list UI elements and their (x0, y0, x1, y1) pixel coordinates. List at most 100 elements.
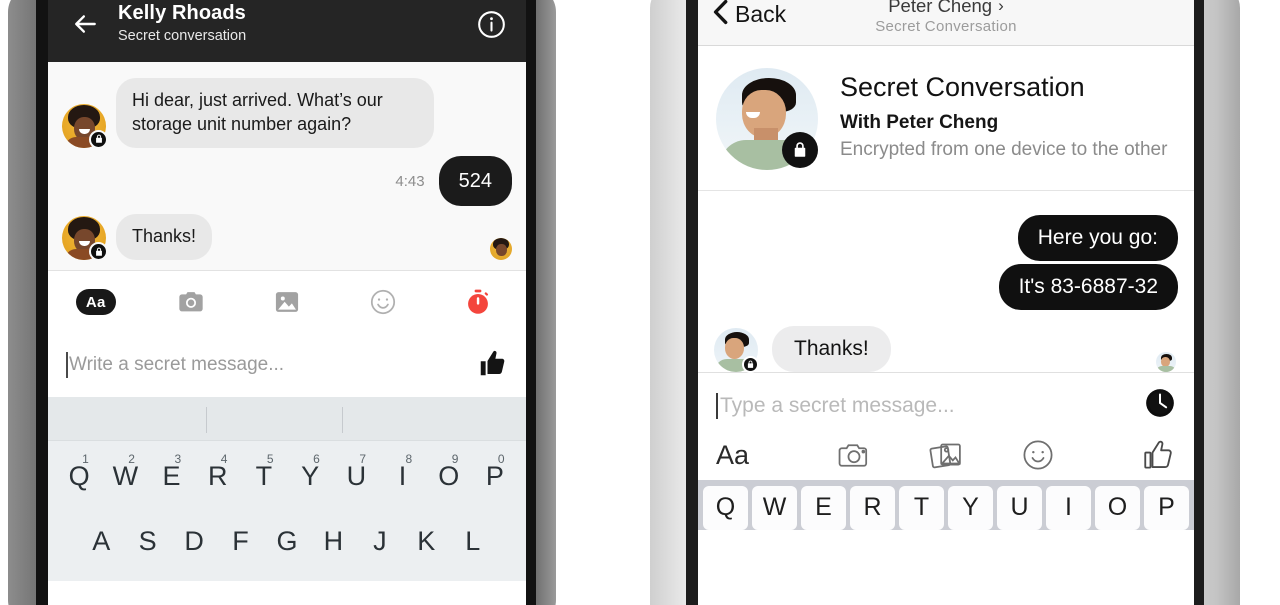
key-number: 4 (220, 452, 228, 467)
key-u[interactable]: 7U (333, 451, 379, 516)
key-d[interactable]: D (171, 516, 217, 581)
dual-phone-screenshot: Kelly Rhoads Secret conversation Hi dear… (0, 0, 1280, 605)
gallery-icon[interactable] (239, 271, 335, 333)
key-r[interactable]: 4R (195, 451, 241, 516)
ios-attachment-toolbar: Aa (716, 438, 1176, 472)
message-bubble[interactable]: Thanks! (116, 214, 213, 261)
key-a[interactable]: A (78, 516, 124, 581)
message-bubble[interactable]: It's 83-6887-32 (998, 264, 1178, 310)
key-number: 0 (497, 452, 505, 467)
camera-icon[interactable] (144, 271, 240, 333)
key-number: 5 (266, 452, 274, 467)
info-card-text: Secret Conversation With Peter Cheng Enc… (840, 68, 1176, 170)
message-timestamp: 4:43 (395, 172, 425, 190)
disappearing-timer-icon[interactable] (430, 271, 526, 333)
android-attachment-toolbar: Aa (48, 271, 526, 334)
keyboard-row-1: 1Q 2W 3E 4R 5T 6Y 7U 8I 9O 0P (48, 451, 526, 516)
key-y[interactable]: 6Y (287, 451, 333, 516)
key-k[interactable]: K (403, 516, 449, 581)
key-u[interactable]: U (997, 486, 1042, 530)
contact-name-row[interactable]: Peter Cheng › (888, 0, 1004, 17)
back-label: Back (735, 1, 787, 27)
secret-conversation-info-card: Secret Conversation With Peter Cheng Enc… (698, 46, 1194, 191)
back-arrow-icon[interactable] (66, 4, 106, 44)
ios-message-thread: Here you go: It's 83-6887-32 Thanks! (698, 191, 1194, 373)
composer-input-row[interactable]: Type a secret message... (716, 387, 1176, 424)
android-message-thread: Hi dear, just arrived. What’s our storag… (48, 62, 526, 271)
thumbs-up-icon[interactable] (1084, 438, 1176, 472)
key-w[interactable]: W (752, 486, 797, 530)
page-title: Secret Conversation (840, 72, 1085, 102)
lock-icon (89, 242, 108, 262)
chevron-left-icon (712, 0, 735, 30)
avatar[interactable] (62, 103, 108, 149)
key-r[interactable]: R (850, 486, 895, 530)
ios-phone-screen: Back Peter Cheng › Secret Conversation S… (698, 0, 1194, 605)
android-conversation-header: Kelly Rhoads Secret conversation (48, 0, 526, 62)
key-e[interactable]: E (801, 486, 846, 530)
key-s[interactable]: S (124, 516, 170, 581)
text-caret (716, 392, 718, 419)
message-bubble[interactable]: Hi dear, just arrived. What’s our storag… (116, 78, 434, 148)
key-t[interactable]: T (899, 486, 944, 530)
message-row-outgoing: It's 83-6887-32 (714, 264, 1178, 310)
key-number: 6 (313, 452, 320, 467)
text-format-label: Aa (716, 439, 750, 470)
key-number: 3 (174, 452, 182, 467)
clock-timer-icon[interactable] (1144, 387, 1176, 424)
key-l[interactable]: L (450, 516, 496, 581)
thumbs-up-icon[interactable] (478, 348, 508, 383)
sticker-smiley-icon[interactable] (992, 438, 1084, 472)
key-o[interactable]: O (1095, 486, 1140, 530)
ios-message-composer: Type a secret message... Aa (698, 372, 1194, 480)
text-format-label: Aa (75, 289, 116, 316)
message-row-outgoing: Here you go: (714, 215, 1178, 261)
participant-label: With Peter Cheng (840, 112, 999, 134)
read-receipt-avatar (1156, 352, 1178, 372)
key-p[interactable]: 0P (472, 451, 518, 516)
sticker-smiley-icon[interactable] (335, 271, 431, 333)
message-bubble[interactable]: 524 (438, 155, 512, 207)
ios-navigation-bar: Back Peter Cheng › Secret Conversation (698, 0, 1194, 46)
key-f[interactable]: F (217, 516, 263, 581)
key-q[interactable]: 1Q (56, 451, 102, 516)
avatar[interactable] (716, 68, 818, 170)
back-button[interactable]: Back (698, 0, 786, 30)
info-circle-icon[interactable] (474, 7, 508, 41)
key-number: 1 (82, 452, 89, 467)
contact-name: Kelly Rhoads (118, 2, 246, 25)
key-number: 2 (128, 452, 135, 467)
photos-icon[interactable] (900, 438, 992, 472)
message-input-placeholder[interactable]: Write a secret message... (69, 354, 478, 376)
key-i[interactable]: I (1046, 486, 1091, 530)
key-w[interactable]: 2W (102, 451, 148, 516)
camera-icon[interactable] (808, 438, 900, 472)
key-h[interactable]: H (310, 516, 356, 581)
lock-icon (782, 132, 818, 168)
android-header-titles[interactable]: Kelly Rhoads Secret conversation (106, 2, 474, 45)
key-j[interactable]: J (357, 516, 403, 581)
key-q[interactable]: Q (703, 486, 748, 530)
key-y[interactable]: Y (948, 486, 993, 530)
message-bubble[interactable]: Here you go: (1017, 215, 1178, 261)
message-row-outgoing: 4:43 524 (48, 152, 526, 211)
message-bubble[interactable]: Thanks! (772, 326, 891, 372)
chevron-right-icon: › (998, 0, 1004, 15)
key-o[interactable]: 9O (426, 451, 472, 516)
lock-icon (742, 356, 759, 373)
key-i[interactable]: 8I (379, 451, 425, 516)
text-format-button[interactable]: Aa (48, 271, 144, 333)
avatar[interactable] (714, 328, 759, 373)
key-number: 7 (359, 452, 366, 467)
text-format-button[interactable]: Aa (716, 439, 808, 470)
key-p[interactable]: P (1144, 486, 1189, 530)
message-input-placeholder[interactable]: Type a secret message... (720, 394, 1144, 418)
avatar[interactable] (62, 216, 108, 262)
read-receipt-avatar (490, 238, 512, 261)
key-e[interactable]: 3E (148, 451, 194, 516)
keyboard-suggestion-bar[interactable] (48, 397, 526, 442)
key-g[interactable]: G (264, 516, 310, 581)
conversation-subtitle: Secret conversation (118, 27, 247, 44)
key-t[interactable]: 5T (241, 451, 287, 516)
android-message-composer[interactable]: Write a secret message... (48, 333, 526, 398)
